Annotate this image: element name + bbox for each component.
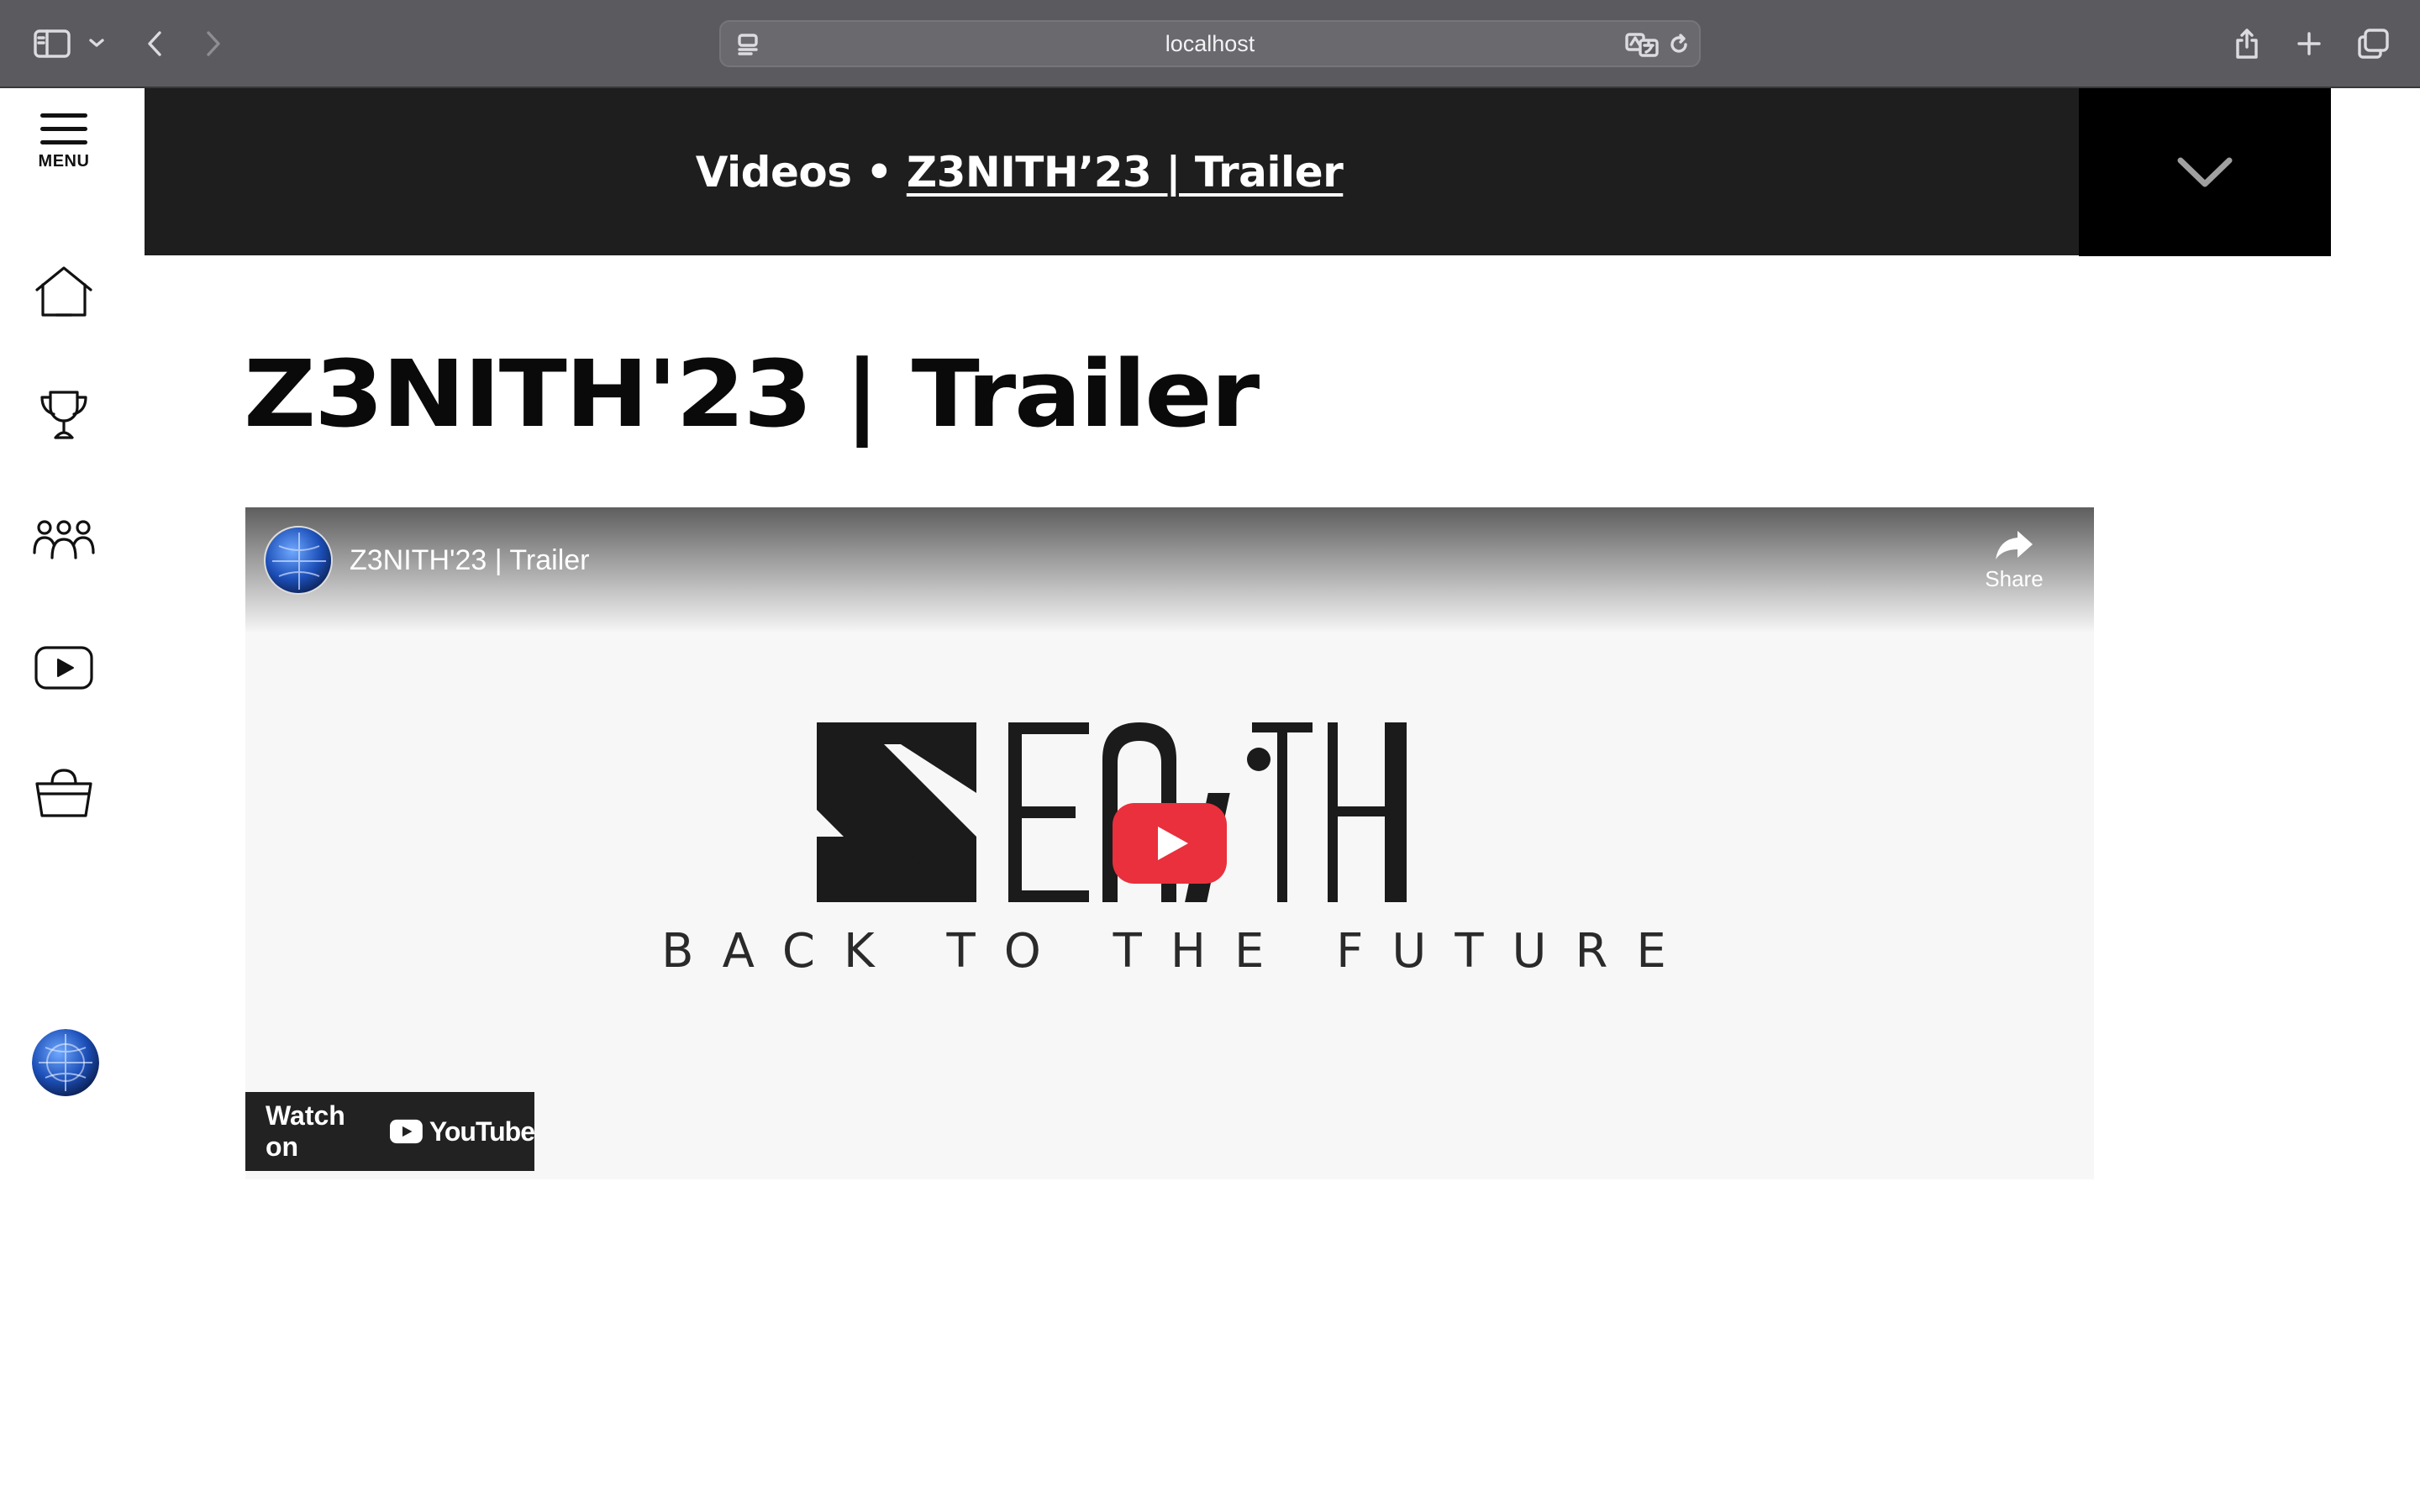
watch-on-label: Watch on [266,1100,345,1162]
menu-label: MENU [38,152,90,171]
video-tagline: BACK TO THE FUTURE [661,924,1695,979]
trophy-icon [40,391,87,439]
hamburger-icon [40,113,87,154]
youtube-icon [34,646,93,690]
translate-icon[interactable] [1623,29,1660,60]
people-icon [33,520,95,559]
video-title[interactable]: Z3NITH'23 | Trailer [350,544,590,577]
forward-icon[interactable] [198,25,229,62]
page-title: Z3NITH'23 | Trailer [244,340,1260,448]
tab-overview-icon[interactable] [2353,24,2393,64]
watch-on-youtube-button[interactable]: Watch on YouTube [245,1092,535,1171]
address-text: localhost [1165,30,1255,56]
back-icon[interactable] [139,25,170,62]
nav-home[interactable] [30,258,97,325]
play-button-icon[interactable] [1113,803,1227,884]
share-icon[interactable] [2230,24,2264,64]
header-expand-button[interactable] [2079,88,2331,256]
profile-avatar[interactable] [32,1029,99,1096]
share-button[interactable]: Share [1976,528,2052,603]
chevron-down-icon [2177,157,2233,187]
breadcrumb-separator: • [865,147,892,197]
breadcrumb-section: Videos [695,147,852,197]
breadcrumb: Videos • Z3NITH’23 | Trailer [696,148,1344,197]
nav-trophy[interactable] [30,382,97,449]
channel-avatar[interactable] [264,526,333,595]
video-player[interactable]: BACK TO THE FUTURE Z3NITH'23 | Trailer S… [245,507,2094,1179]
youtube-wordmark: YouTube [429,1116,535,1147]
nav-team[interactable] [30,507,97,574]
youtube-logo-icon [390,1119,423,1144]
nav-videos[interactable] [30,634,97,701]
breadcrumb-bar: Videos • Z3NITH’23 | Trailer [145,88,2079,255]
share-arrow-icon [1996,531,2033,559]
chevron-down-icon[interactable] [86,30,108,55]
home-icon [35,266,92,317]
side-nav: MENU [0,88,145,1512]
breadcrumb-current-link[interactable]: Z3NITH’23 | Trailer [907,148,1344,197]
address-bar[interactable]: localhost [719,20,1701,67]
menu-button[interactable]: MENU [25,113,103,189]
sidebar-toggle-icon[interactable] [32,25,72,62]
browser-toolbar: localhost [0,0,2420,87]
new-tab-icon[interactable] [2291,25,2328,62]
share-label: Share [1985,566,2044,591]
basket-icon [35,769,92,817]
nav-shop[interactable] [30,760,97,827]
reload-icon[interactable] [1664,30,1694,59]
